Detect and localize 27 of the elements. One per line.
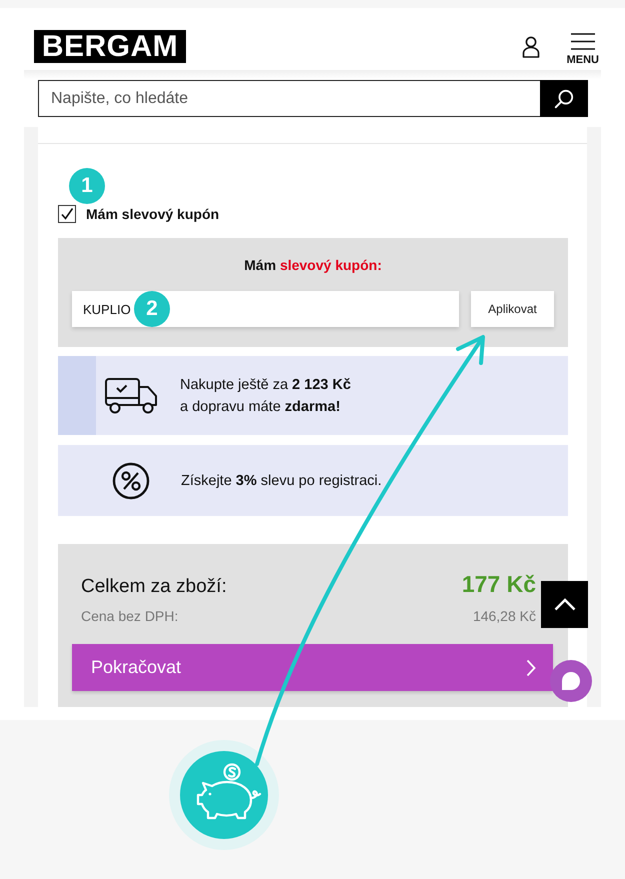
step-marker: 1 [69, 168, 105, 204]
user-icon[interactable] [522, 36, 540, 58]
chevron-right-icon [526, 658, 536, 676]
logo: BERGAM [34, 30, 186, 63]
chat-bubble-icon [561, 671, 581, 691]
piggy-bank-icon [169, 740, 279, 850]
scroll-top-button[interactable] [541, 581, 588, 628]
search-button[interactable] [540, 80, 588, 117]
chevron-up-icon [554, 598, 576, 611]
shipping-message: Nakupte ještě za 2 123 Kč a dopravu máte zdarma! [180, 376, 351, 416]
total-label: Celkem za zboží: [81, 575, 227, 599]
net-price: 146,28 Kč [472, 607, 536, 625]
total-price: 177 Kč [462, 571, 536, 597]
search-icon [554, 88, 574, 108]
apply-button[interactable]: Aplikovat [471, 291, 554, 327]
discount-message: Získejte 3% slevu po registraci. [181, 472, 382, 490]
menu-icon [570, 33, 595, 50]
search-field[interactable]: Napište, co hledáte [38, 80, 540, 117]
checkbox[interactable] [58, 205, 76, 223]
continue-button[interactable]: Pokračovat [72, 644, 553, 691]
net-price-label: Cena bez DPH: [81, 607, 178, 625]
checkbox-label[interactable]: Mám slevový kupón [86, 205, 220, 223]
truck-icon [105, 378, 157, 414]
checkmark-icon [60, 207, 74, 221]
coupon-heading: Mám slevový kupón: [243, 256, 383, 274]
menu-button[interactable]: MENU [566, 33, 599, 66]
percent-icon [112, 462, 150, 500]
